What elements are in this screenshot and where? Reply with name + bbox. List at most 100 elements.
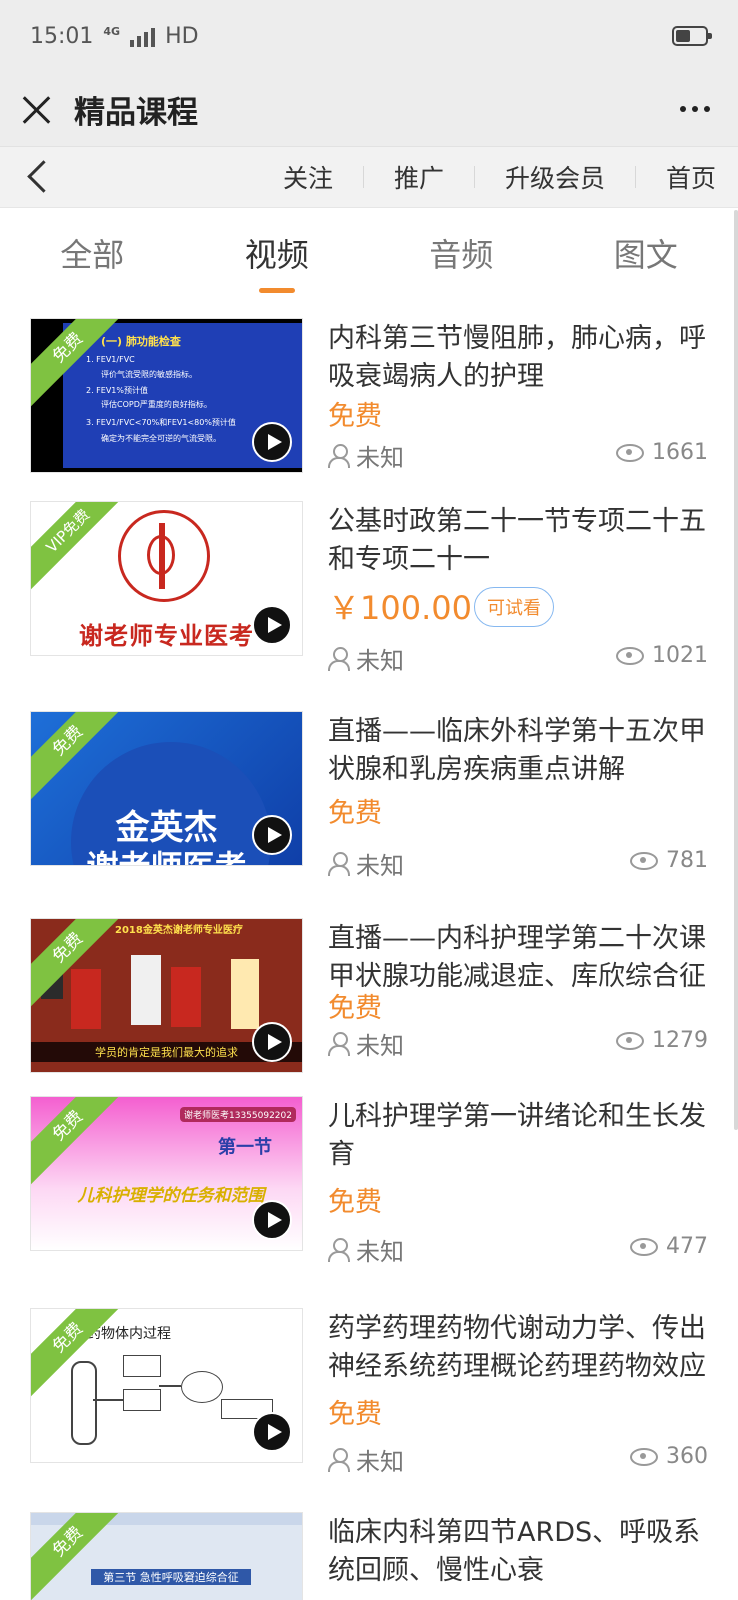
nav-bar: 关注 推广 升级会员 首页 (0, 146, 738, 208)
view-count-value: 1021 (652, 643, 708, 668)
author-name: 未知 (356, 647, 404, 675)
course-price: 免费 (328, 1399, 382, 1430)
course-item[interactable]: 谢老师专业医考 VIP免费 公基时政第二十一节专项二十五和专项二十一 ￥100.… (0, 483, 738, 675)
thumb-text: 第三节 急性呼吸窘迫综合征 (91, 1569, 251, 1585)
battery-icon (672, 26, 712, 46)
thumb-line: 评估COPD严重度的良好指标。 (101, 400, 212, 409)
close-icon[interactable] (22, 94, 52, 124)
author-name: 未知 (356, 852, 404, 880)
course-item[interactable]: 2018金英杰谢老师专业医疗 学员的肯定是我们最大的追求 免费 直播——内科护理… (0, 900, 738, 1085)
course-title[interactable]: 临床内科第四节ARDS、呼吸系统回顾、慢性心衰 (328, 1514, 708, 1590)
course-thumbnail: 2018金英杰谢老师专业医疗 学员的肯定是我们最大的追求 免费 (30, 918, 303, 1073)
play-icon[interactable] (252, 1412, 292, 1452)
course-title[interactable]: 内科第三节慢阻肺，肺心病，呼吸衰竭病人的护理 (328, 320, 708, 396)
status-time: 15:01 (30, 23, 94, 49)
eye-icon (630, 851, 658, 870)
course-author: 未知 (328, 438, 404, 473)
network-label: 4G (103, 24, 121, 38)
author-name: 未知 (356, 1032, 404, 1060)
upgrade-member-link[interactable]: 升级会员 (475, 159, 635, 195)
tab-article[interactable]: 图文 (554, 208, 738, 300)
thumb-line: 3. FEV1/FVC<70%和FEV1<80%预计值 (86, 418, 236, 427)
view-count-value: 360 (666, 1444, 708, 1469)
title-bar: 精品课程 (0, 72, 738, 146)
play-icon[interactable] (252, 1200, 292, 1240)
trial-badge[interactable]: 可试看 (474, 587, 554, 627)
follow-link[interactable]: 关注 (253, 159, 363, 195)
course-title[interactable]: 药学药理药物代谢动力学、传出神经系统药理概论药理药物效应动力学 (328, 1310, 708, 1388)
course-price: 免费 (328, 993, 382, 1024)
course-item[interactable]: 金英杰 谢老师医考 免费 直播——临床外科学第十五次甲状腺和乳房疾病重点讲解 免… (0, 693, 738, 880)
view-count: 781 (630, 848, 708, 873)
home-link[interactable]: 首页 (636, 159, 716, 195)
thumb-line: 1. FEV1/FVC (86, 355, 135, 364)
course-price: 免费 (328, 401, 382, 432)
user-icon (328, 1237, 350, 1262)
course-author: 未知 (328, 1232, 404, 1267)
course-item[interactable]: (一) 肺功能检查 1. FEV1/FVC 评价气流受限的敏感指标。 2. FE… (0, 300, 738, 485)
signal-icon (130, 25, 156, 47)
course-title[interactable]: 公基时政第二十一节专项二十五和专项二十一 (328, 503, 708, 579)
play-icon[interactable] (252, 1022, 292, 1062)
view-count: 477 (630, 1234, 708, 1259)
eye-icon (616, 1031, 644, 1050)
thumb-phone: 谢老师医考13355092202 (180, 1107, 296, 1122)
thumb-text: 儿科护理学的任务和范围 (77, 1186, 265, 1206)
course-author: 未知 (328, 1026, 404, 1061)
free-ribbon: 免费 (31, 1097, 132, 1190)
thumb-section: 第一节 (218, 1137, 272, 1158)
course-thumbnail: 第三节 急性呼吸窘迫综合征 免费 (30, 1512, 303, 1600)
thumb-line: 评价气流受限的敏感指标。 (101, 370, 197, 379)
tab-all[interactable]: 全部 (0, 208, 185, 300)
author-name: 未知 (356, 444, 404, 472)
user-icon (328, 1447, 350, 1472)
author-name: 未知 (356, 1448, 404, 1476)
thumb-line: 2. FEV1%预计值 (86, 386, 148, 395)
course-author: 未知 (328, 641, 404, 676)
free-ribbon: 免费 (31, 1513, 132, 1600)
status-left: 15:01 4G HD (30, 24, 199, 49)
course-item[interactable]: 第三节 急性呼吸窘迫综合征 免费 临床内科第四节ARDS、呼吸系统回顾、慢性心衰 (0, 1494, 738, 1600)
view-count: 1279 (616, 1028, 708, 1053)
user-icon (328, 851, 350, 876)
view-count-value: 1279 (652, 1028, 708, 1053)
thumb-heading: (一) 肺功能检查 (101, 335, 181, 348)
view-count-value: 1661 (652, 440, 708, 465)
tab-audio[interactable]: 音频 (369, 208, 554, 300)
back-icon[interactable] (27, 160, 60, 193)
page-title: 精品课程 (74, 94, 198, 131)
course-title[interactable]: 儿科护理学第一讲绪论和生长发育 (328, 1098, 708, 1174)
course-price: ￥100.00 (328, 589, 472, 627)
play-icon[interactable] (252, 605, 292, 645)
user-icon (328, 646, 350, 671)
user-icon (328, 1031, 350, 1056)
view-count-value: 781 (666, 848, 708, 873)
view-count: 1021 (616, 643, 708, 668)
view-count-value: 477 (666, 1234, 708, 1259)
user-icon (328, 443, 350, 468)
author-name: 未知 (356, 1238, 404, 1266)
play-icon[interactable] (252, 422, 292, 462)
thumb-banner: 2018金英杰谢老师专业医疗 (115, 925, 243, 936)
thumb-line: 确定为不能完全可逆的气流受限。 (101, 434, 221, 443)
course-price: 免费 (328, 1187, 382, 1218)
course-thumbnail: 金英杰 谢老师医考 免费 (30, 711, 303, 866)
view-count: 360 (630, 1444, 708, 1469)
course-item[interactable]: 谢老师医考13355092202 第一节 儿科护理学的任务和范围 免费 儿科护理… (0, 1078, 738, 1266)
course-thumbnail: 谢老师医考13355092202 第一节 儿科护理学的任务和范围 免费 (30, 1096, 303, 1251)
tab-video[interactable]: 视频 (185, 208, 370, 300)
nav-links: 关注 推广 升级会员 首页 (253, 147, 716, 207)
eye-icon (616, 443, 644, 462)
course-item[interactable]: 药物体内过程 免费 药学药理药物代谢动力学、传出神经系统药理概论药理药物效应动力… (0, 1290, 738, 1476)
vip-free-ribbon: VIP免费 (31, 502, 132, 595)
status-bar: 15:01 4G HD (0, 0, 738, 72)
play-icon[interactable] (252, 815, 292, 855)
promote-link[interactable]: 推广 (364, 159, 474, 195)
course-title[interactable]: 直播——内科护理学第二十次课甲状腺功能减退症、库欣综合征 (328, 920, 708, 996)
tab-video-label: 视频 (244, 236, 309, 274)
more-icon[interactable] (680, 106, 710, 112)
course-thumbnail: 谢老师专业医考 VIP免费 (30, 501, 303, 656)
eye-icon (630, 1237, 658, 1256)
hd-label: HD (165, 23, 199, 49)
course-title[interactable]: 直播——临床外科学第十五次甲状腺和乳房疾病重点讲解 (328, 713, 708, 789)
